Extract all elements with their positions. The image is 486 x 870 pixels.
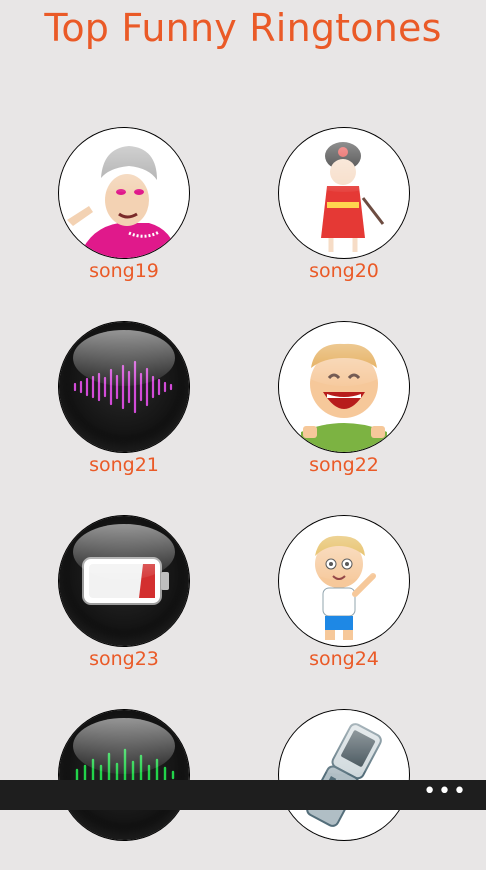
song-tile[interactable]: song23 bbox=[59, 516, 191, 676]
song-button[interactable] bbox=[279, 128, 409, 258]
song-tile[interactable]: song24 bbox=[279, 516, 411, 676]
song-button[interactable] bbox=[59, 710, 189, 840]
song-tile[interactable]: song20 bbox=[279, 128, 411, 288]
song-button[interactable] bbox=[59, 516, 189, 646]
app-bar: ••• bbox=[0, 780, 486, 810]
song-tile[interactable]: song21 bbox=[59, 322, 191, 482]
song-button[interactable] bbox=[59, 128, 189, 258]
song-button[interactable] bbox=[279, 710, 409, 840]
song-label: song20 bbox=[309, 260, 379, 282]
song-label: song21 bbox=[89, 454, 159, 476]
song-label: song24 bbox=[309, 648, 379, 670]
green-soundwave-icon bbox=[75, 748, 175, 802]
old-lady-icon bbox=[59, 128, 189, 258]
waving-boy-icon bbox=[279, 516, 409, 646]
song-tile[interactable]: song19 bbox=[59, 128, 191, 288]
purple-soundwave-icon bbox=[73, 360, 173, 414]
song-label: song23 bbox=[89, 648, 159, 670]
more-options-button[interactable]: ••• bbox=[423, 781, 468, 803]
song-button[interactable] bbox=[279, 516, 409, 646]
geisha-girl-icon bbox=[279, 128, 409, 258]
flip-phone-icon bbox=[279, 710, 409, 840]
song-label: song22 bbox=[309, 454, 379, 476]
low-battery-icon bbox=[82, 557, 169, 605]
song-button[interactable] bbox=[279, 322, 409, 452]
song-tile[interactable]: song22 bbox=[279, 322, 411, 482]
song-label: song19 bbox=[89, 260, 159, 282]
page-title: Top Funny Ringtones bbox=[44, 6, 442, 50]
song-button[interactable] bbox=[59, 322, 189, 452]
laughing-boy-icon bbox=[279, 322, 409, 452]
